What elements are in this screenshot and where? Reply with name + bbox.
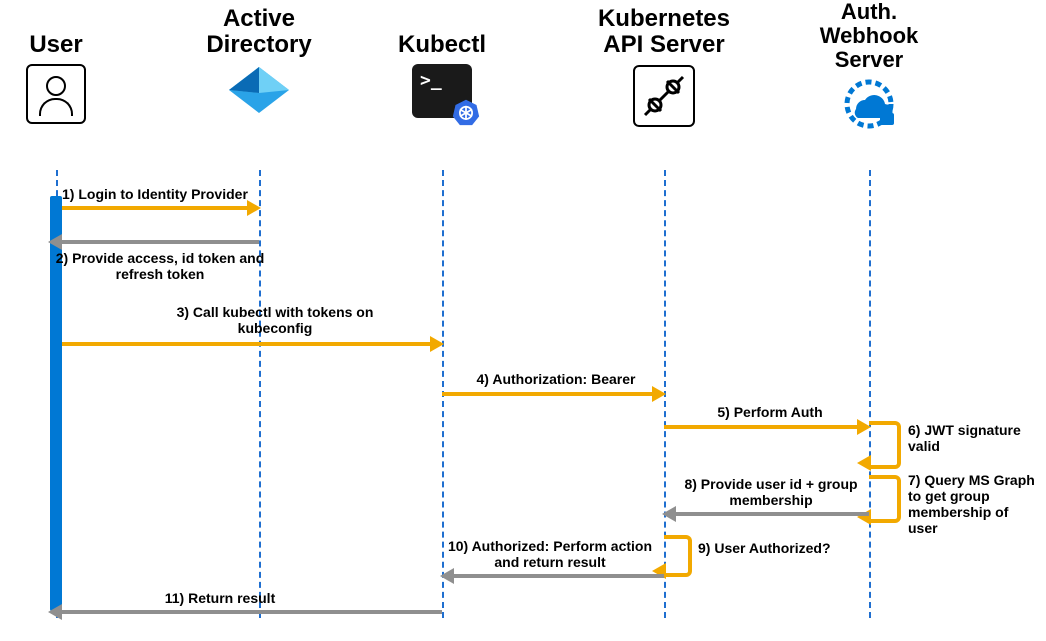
cloud-lock-icon [840, 79, 898, 129]
msg-5-arrow [664, 423, 869, 431]
participant-webhook-title: Auth. Webhook Server [789, 0, 949, 73]
msg-11-arrow [50, 608, 442, 616]
msg-2-arrow [50, 238, 259, 246]
participant-user-title: User [29, 32, 82, 58]
msg-10-label: 10) Authorized: Perform action and retur… [440, 538, 660, 570]
lifeline-webhook [869, 170, 871, 618]
participant-aad: Active Directory [179, 6, 339, 115]
msg-9-label: 9) User Authorized? [698, 540, 848, 556]
user-icon [26, 64, 86, 124]
msg-2-label: 2) Provide access, id token and refresh … [55, 250, 265, 282]
sequence-diagram: User Active Directory Kubectl [0, 0, 1046, 641]
participant-api: Kubernetes API Server [584, 6, 744, 127]
msg-8-label: 8) Provide user id + group membership [676, 476, 866, 508]
msg-6-loop [869, 421, 901, 469]
api-server-icon [633, 65, 695, 127]
msg-6-label: 6) JWT signature valid [908, 422, 1028, 454]
msg-11-label: 11) Return result [120, 590, 320, 606]
participant-webhook: Auth. Webhook Server [789, 0, 949, 129]
participant-user: User [0, 6, 136, 124]
msg-1-arrow [62, 204, 259, 212]
msg-5-label: 5) Perform Auth [690, 404, 850, 420]
participant-kubectl: Kubectl [362, 6, 522, 118]
msg-8-arrow [664, 510, 869, 518]
participant-aad-title: Active Directory [179, 6, 339, 59]
lifeline-aad [259, 170, 261, 618]
msg-7-label: 7) Query MS Graph to get group membershi… [908, 472, 1038, 536]
msg-1-label: 1) Login to Identity Provider [62, 186, 252, 202]
msg-3-label: 3) Call kubectl with tokens on kubeconfi… [160, 304, 390, 336]
msg-7-loop [869, 475, 901, 523]
participant-kubectl-title: Kubectl [398, 32, 486, 58]
kubernetes-icon [452, 98, 480, 126]
participant-api-title: Kubernetes API Server [584, 6, 744, 59]
msg-4-label: 4) Authorization: Bearer [456, 371, 656, 387]
terminal-icon [412, 64, 472, 118]
msg-9-loop [664, 535, 692, 577]
azure-ad-icon [227, 65, 291, 115]
msg-3-arrow [62, 340, 442, 348]
msg-4-arrow [442, 390, 664, 398]
msg-10-arrow [442, 572, 664, 580]
